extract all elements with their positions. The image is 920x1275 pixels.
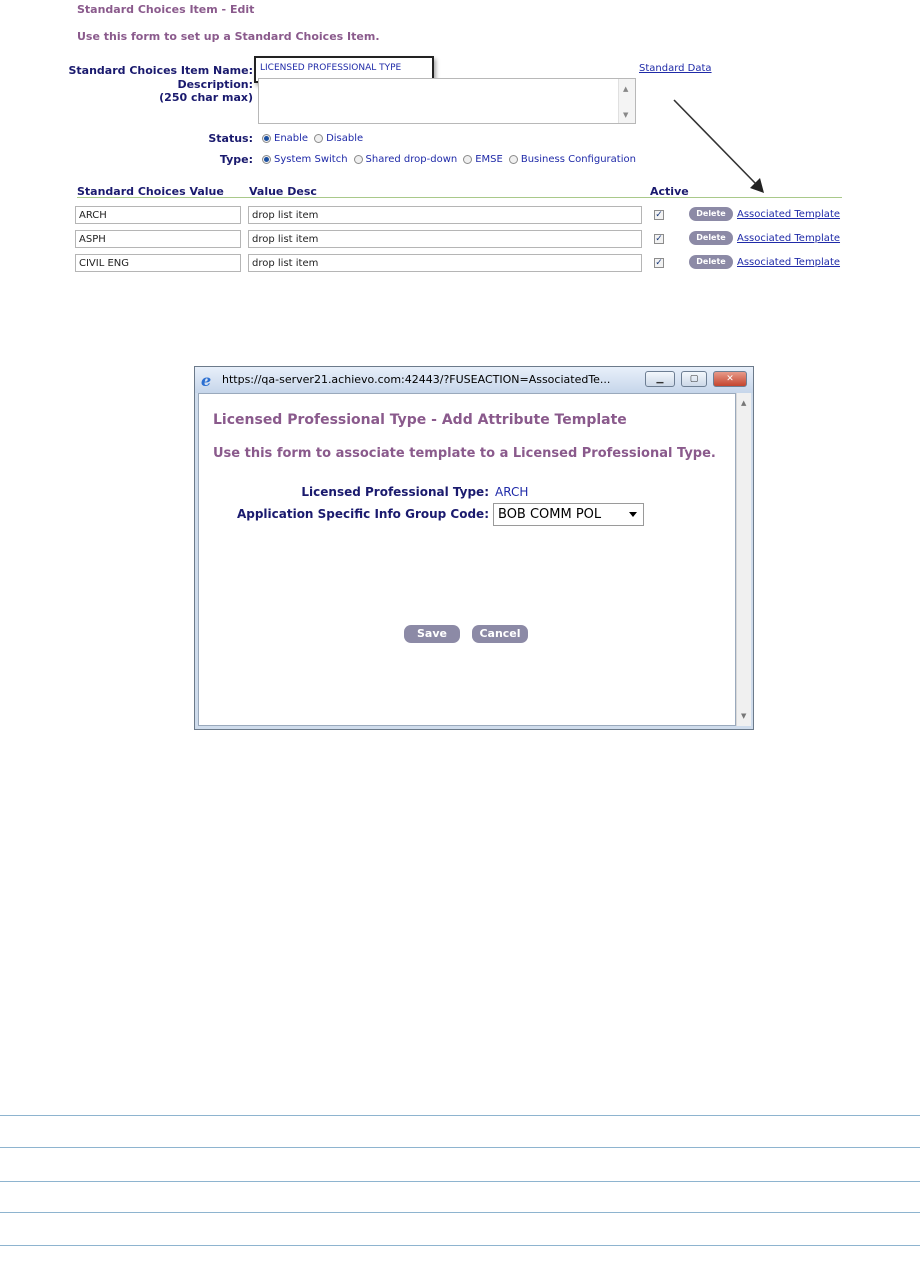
close-icon[interactable]: ✕ [713, 371, 747, 387]
lp-type-label: Licensed Professional Type: [301, 485, 489, 499]
popup-title: Licensed Professional Type - Add Attribu… [213, 412, 627, 428]
divider-line [0, 1115, 920, 1116]
divider-line [0, 1181, 920, 1182]
checkbox-checked-icon[interactable]: ✓ [654, 234, 664, 244]
scroll-up-icon[interactable]: ▲ [623, 85, 628, 93]
delete-button[interactable]: Delete [689, 231, 733, 245]
maximize-icon[interactable]: ▢ [681, 371, 707, 387]
item-name-label: Standard Choices Item Name: [68, 64, 253, 77]
checkbox-checked-icon[interactable]: ✓ [654, 210, 664, 220]
type-radio-group: System Switch Shared drop-down EMSE Busi… [262, 154, 642, 165]
popup-url: https://qa-server21.achievo.com:42443/?F… [222, 373, 611, 386]
page-title: Standard Choices Item - Edit [77, 3, 255, 16]
popup-window: e https://qa-server21.achievo.com:42443/… [194, 366, 754, 730]
popup-intro: Use this form to associate template to a… [213, 446, 716, 461]
group-code-value: BOB COMM POL [498, 507, 602, 522]
type-shared-dropdown-label: Shared drop-down [365, 154, 458, 165]
radio-icon[interactable] [314, 134, 324, 143]
status-enable-option[interactable]: Enable [262, 133, 308, 144]
delete-button[interactable]: Delete [689, 255, 733, 269]
divider-line [0, 1147, 920, 1148]
description-scrollbar[interactable]: ▲ ▼ [618, 79, 635, 123]
minimize-icon[interactable]: ▁ [645, 371, 675, 387]
checkbox-checked-icon[interactable]: ✓ [654, 258, 664, 268]
type-business-config-option[interactable]: Business Configuration [508, 154, 636, 165]
scroll-up-icon[interactable]: ▲ [741, 399, 746, 407]
cancel-button[interactable]: Cancel [472, 625, 528, 643]
associated-template-link[interactable]: Associated Template [737, 257, 840, 268]
type-shared-dropdown-option[interactable]: Shared drop-down [353, 154, 458, 165]
divider-line [0, 1212, 920, 1213]
status-radio-group: Enable Disable [262, 133, 369, 144]
header-divider [77, 197, 842, 198]
status-disable-option[interactable]: Disable [314, 133, 363, 144]
popup-body: Licensed Professional Type - Add Attribu… [198, 393, 736, 726]
popup-titlebar[interactable]: e https://qa-server21.achievo.com:42443/… [195, 367, 753, 393]
status-label: Status: [208, 132, 253, 145]
associated-template-link[interactable]: Associated Template [737, 233, 840, 244]
row-desc-input[interactable]: drop list item [248, 230, 642, 248]
save-button[interactable]: Save [404, 625, 460, 643]
radio-icon[interactable] [463, 155, 473, 164]
scroll-down-icon[interactable]: ▼ [623, 111, 628, 119]
associated-template-link[interactable]: Associated Template [737, 209, 840, 220]
group-code-label: Application Specific Info Group Code: [236, 507, 489, 521]
description-textarea[interactable]: ▲ ▼ [258, 78, 636, 124]
description-label: Description: [177, 78, 253, 91]
popup-scrollbar[interactable]: ▲ ▼ [736, 393, 751, 726]
type-emse-option[interactable]: EMSE [463, 154, 503, 165]
group-code-select[interactable]: BOB COMM POL [493, 503, 644, 526]
row-value-input[interactable]: CIVIL ENG [75, 254, 241, 272]
delete-button[interactable]: Delete [689, 207, 733, 221]
internet-explorer-icon: e [201, 371, 212, 390]
radio-icon[interactable] [262, 134, 271, 143]
status-disable-label: Disable [326, 133, 364, 144]
type-system-switch-option[interactable]: System Switch [262, 154, 348, 165]
dropdown-caret-icon[interactable] [629, 512, 637, 517]
row-desc-input[interactable]: drop list item [248, 254, 642, 272]
type-label: Type: [219, 153, 253, 166]
status-enable-label: Enable [274, 133, 309, 144]
type-emse-label: EMSE [475, 154, 503, 165]
radio-icon[interactable] [262, 155, 271, 164]
page-intro: Use this form to set up a Standard Choic… [77, 30, 380, 43]
standard-data-link[interactable]: Standard Data [639, 63, 712, 74]
type-system-switch-label: System Switch [274, 154, 348, 165]
row-value-input[interactable]: ARCH [75, 206, 241, 224]
row-value-input[interactable]: ASPH [75, 230, 241, 248]
divider-line [0, 1245, 920, 1246]
radio-icon[interactable] [353, 155, 363, 164]
type-business-config-label: Business Configuration [520, 154, 636, 165]
row-desc-input[interactable]: drop list item [248, 206, 642, 224]
radio-icon[interactable] [508, 155, 518, 164]
description-hint: (250 char max) [159, 91, 253, 104]
lp-type-value: ARCH [495, 485, 529, 499]
scroll-down-icon[interactable]: ▼ [741, 712, 746, 720]
